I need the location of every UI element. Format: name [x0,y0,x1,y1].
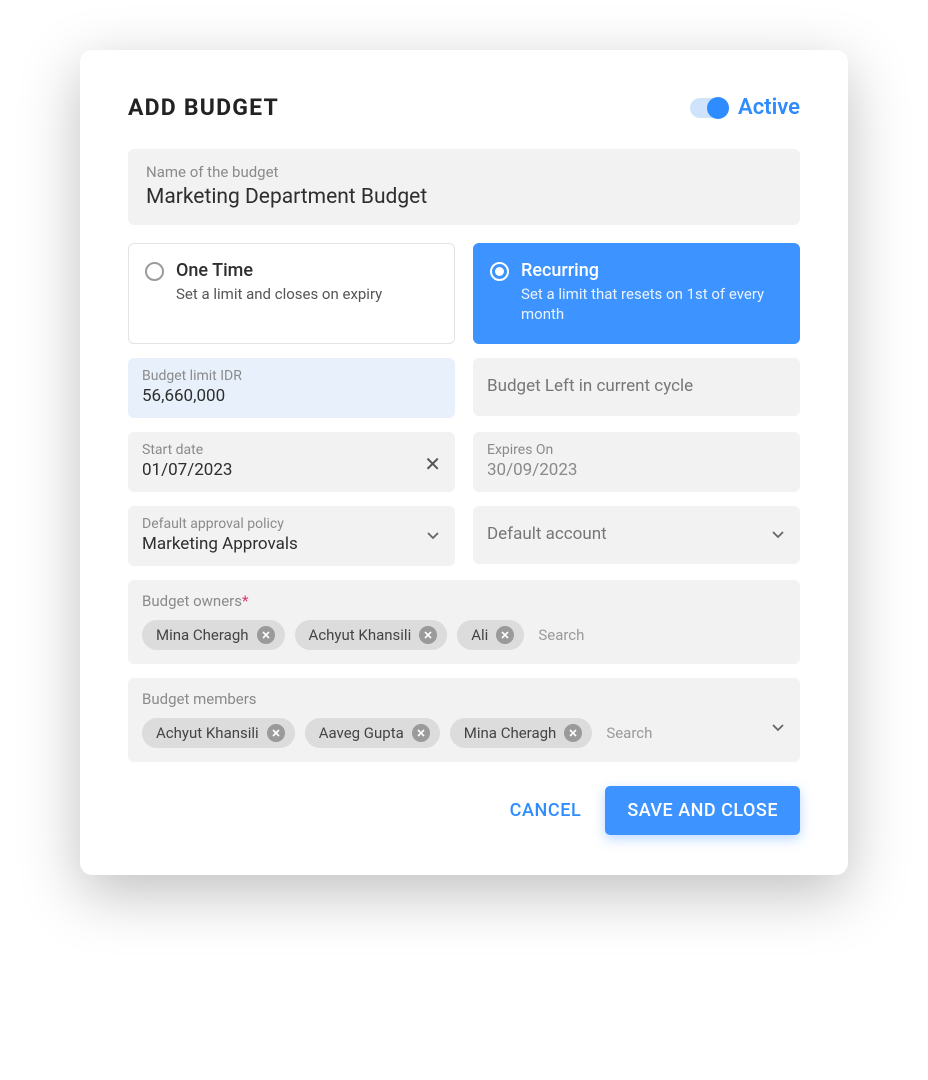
expires-on-field[interactable]: Expires On 30/09/2023 [473,432,800,492]
default-account-select[interactable]: Default account [473,506,800,564]
budget-owners-field[interactable]: Budget owners* Mina Cheragh Achyut Khans… [128,580,800,664]
add-budget-dialog: ADD BUDGET Active Name of the budget Mar… [80,50,848,875]
member-chip: Achyut Khansili [142,718,295,748]
budget-name-value: Marketing Department Budget [146,185,782,209]
start-date-field[interactable]: Start date 01/07/2023 ✕ [128,432,455,492]
budget-type-row: One Time Set a limit and closes on expir… [128,243,800,344]
one-time-title: One Time [176,260,382,281]
budget-limit-label: Budget limit IDR [142,368,441,384]
chevron-down-icon [427,532,439,540]
recurring-sub: Set a limit that resets on 1st of every … [521,284,783,325]
remove-chip-icon[interactable] [267,724,285,742]
one-time-sub: Set a limit and closes on expiry [176,284,382,304]
recurring-title: Recurring [521,260,783,281]
members-chips: Achyut Khansili Aaveg Gupta Mina Cheragh… [142,718,786,748]
dialog-footer: CANCEL SAVE AND CLOSE [128,786,800,835]
budget-limit-value: 56,660,000 [142,386,441,406]
remove-chip-icon[interactable] [496,626,514,644]
expires-on-value: 30/09/2023 [487,460,786,480]
owners-chips: Mina Cheragh Achyut Khansili Ali Search [142,620,786,650]
cancel-button[interactable]: CANCEL [510,800,582,821]
active-label: Active [738,95,800,120]
recurring-option[interactable]: Recurring Set a limit that resets on 1st… [473,243,800,344]
dialog-header: ADD BUDGET Active [128,94,800,121]
toggle-knob-icon [707,97,729,119]
budget-members-field[interactable]: Budget members Achyut Khansili Aaveg Gup… [128,678,800,762]
member-chip: Aaveg Gupta [305,718,440,748]
remove-chip-icon[interactable] [257,626,275,644]
policy-row: Default approval policy Marketing Approv… [128,506,800,566]
budget-name-label: Name of the budget [146,163,782,181]
owner-chip: Mina Cheragh [142,620,285,650]
chevron-down-icon [772,531,784,539]
expires-on-label: Expires On [487,442,786,458]
dates-row: Start date 01/07/2023 ✕ Expires On 30/09… [128,432,800,492]
clear-start-date-icon[interactable]: ✕ [424,454,441,474]
members-search-input[interactable]: Search [602,724,652,742]
remove-chip-icon[interactable] [564,724,582,742]
chevron-down-icon [772,724,784,732]
member-chip: Mina Cheragh [450,718,593,748]
active-toggle-group: Active [690,95,800,120]
owner-chip: Achyut Khansili [295,620,448,650]
one-time-option[interactable]: One Time Set a limit and closes on expir… [128,243,455,344]
approval-policy-value: Marketing Approvals [142,534,441,554]
remove-chip-icon[interactable] [419,626,437,644]
budget-owners-label: Budget owners* [142,592,786,610]
dialog-title: ADD BUDGET [128,94,279,121]
default-account-placeholder: Default account [487,524,607,544]
start-date-value: 01/07/2023 [142,460,441,480]
radio-unchecked-icon [145,262,164,281]
budget-name-field[interactable]: Name of the budget Marketing Department … [128,149,800,225]
budget-left-field: Budget Left in current cycle [473,358,800,416]
active-toggle[interactable] [690,98,728,118]
limit-row: Budget limit IDR 56,660,000 Budget Left … [128,358,800,418]
approval-policy-label: Default approval policy [142,516,441,532]
remove-chip-icon[interactable] [412,724,430,742]
approval-policy-select[interactable]: Default approval policy Marketing Approv… [128,506,455,566]
budget-limit-field[interactable]: Budget limit IDR 56,660,000 [128,358,455,418]
owners-search-input[interactable]: Search [534,626,584,644]
owner-chip: Ali [457,620,524,650]
radio-checked-icon [490,262,509,281]
budget-members-label: Budget members [142,690,786,708]
budget-left-placeholder: Budget Left in current cycle [487,376,693,396]
save-and-close-button[interactable]: SAVE AND CLOSE [605,786,800,835]
start-date-label: Start date [142,442,441,458]
